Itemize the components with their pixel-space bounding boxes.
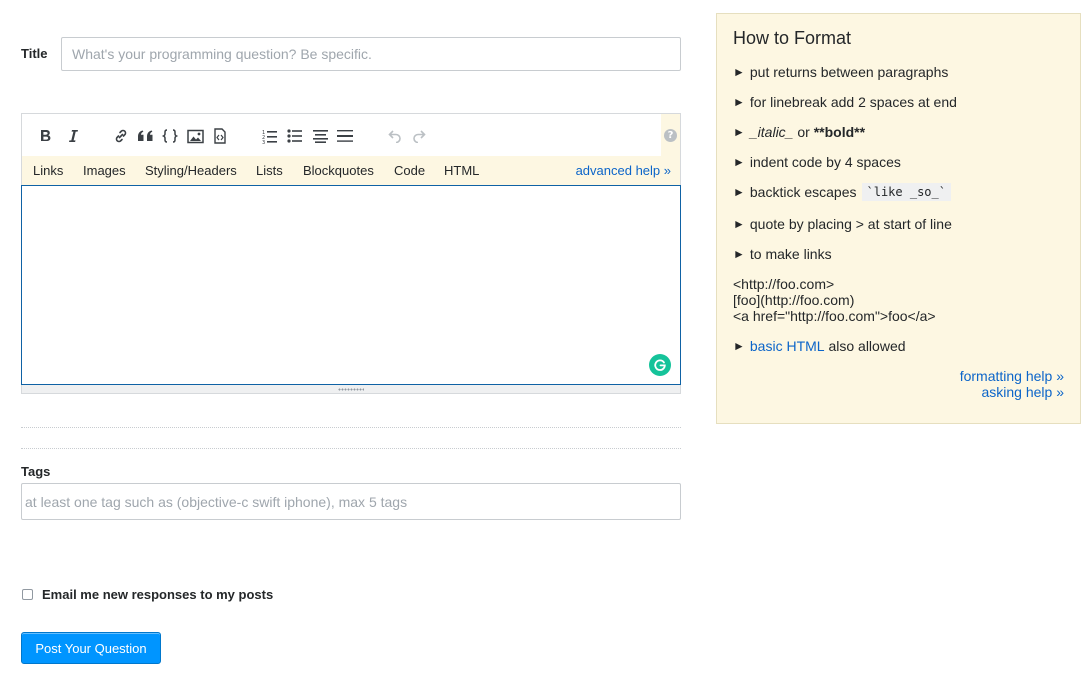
- snippet-icon[interactable]: [211, 125, 229, 147]
- help-tab-lists[interactable]: Lists: [256, 163, 283, 178]
- title-input[interactable]: [61, 37, 681, 71]
- format-tip-text: backtick escapes: [749, 184, 857, 200]
- markdown-editor: 123 ? Links Images Styling/Headers Lists…: [21, 113, 681, 394]
- format-tip-returns: ► put returns between paragraphs: [733, 64, 948, 80]
- format-tip-quote: ► quote by placing > at start of line: [733, 216, 952, 232]
- divider: [21, 427, 681, 428]
- help-tab-blockquotes[interactable]: Blockquotes: [303, 163, 374, 178]
- format-tip-backtick: ► backtick escapes `like _so_`: [733, 183, 951, 201]
- grammarly-icon[interactable]: [649, 354, 671, 376]
- help-icon: ?: [664, 129, 677, 142]
- format-tip-bold: **bold**: [813, 124, 866, 140]
- asking-help-link[interactable]: asking help »: [981, 384, 1064, 400]
- how-to-format-title: How to Format: [733, 28, 852, 48]
- advanced-help-link[interactable]: advanced help »: [576, 163, 671, 178]
- tags-input[interactable]: [21, 483, 681, 520]
- bulleted-list-icon[interactable]: [286, 125, 304, 147]
- title-label: Title: [21, 46, 48, 61]
- format-tip-text: to make links: [749, 246, 832, 262]
- format-tip-text: indent code by 4 spaces: [749, 154, 901, 170]
- email-notify-checkbox[interactable]: [22, 589, 33, 600]
- bullet-triangle-icon: ►: [733, 155, 745, 169]
- svg-text:3: 3: [262, 140, 265, 144]
- image-icon[interactable]: [186, 125, 204, 147]
- help-tabs: Links Images Styling/Headers Lists Block…: [21, 156, 681, 185]
- link-icon[interactable]: [112, 125, 130, 147]
- bullet-triangle-icon: ►: [733, 247, 745, 261]
- formatting-help-link[interactable]: formatting help »: [960, 368, 1064, 384]
- undo-icon[interactable]: [386, 125, 404, 147]
- format-tip-code: `like _so_`: [861, 183, 951, 201]
- link-example: <http://foo.com>: [733, 276, 835, 292]
- horizontal-rule-icon[interactable]: [336, 125, 354, 147]
- link-example: [foo](http://foo.com): [733, 292, 855, 308]
- italic-icon[interactable]: [64, 125, 82, 147]
- redo-icon[interactable]: [410, 125, 428, 147]
- grip-dots-icon: [338, 387, 364, 391]
- help-toggle-button[interactable]: ?: [661, 114, 680, 157]
- format-tip-html: ► basic HTML also allowed: [733, 338, 906, 354]
- bullet-triangle-icon: ►: [733, 339, 745, 353]
- bullet-triangle-icon: ►: [733, 95, 745, 109]
- bullet-triangle-icon: ►: [733, 65, 745, 79]
- resize-grip[interactable]: [21, 385, 681, 394]
- format-tip-italic: _italic_: [749, 124, 794, 140]
- email-notify-row: Email me new responses to my posts: [21, 587, 273, 602]
- format-tip-linebreak: ► for linebreak add 2 spaces at end: [733, 94, 957, 110]
- editor-toolbar: 123 ?: [21, 113, 681, 157]
- how-to-format-panel: How to Format ► put returns between para…: [716, 13, 1081, 424]
- link-examples: <http://foo.com> [foo](http://foo.com) <…: [733, 276, 936, 324]
- blockquote-icon[interactable]: [136, 125, 154, 147]
- link-example: <a href="http://foo.com">foo</a>: [733, 308, 936, 324]
- help-tab-images[interactable]: Images: [83, 163, 126, 178]
- bullet-triangle-icon: ►: [733, 185, 745, 199]
- format-tip-text: put returns between paragraphs: [749, 64, 949, 80]
- help-tab-code[interactable]: Code: [394, 163, 425, 178]
- bullet-triangle-icon: ►: [733, 125, 745, 139]
- post-question-button[interactable]: Post Your Question: [21, 632, 161, 664]
- numbered-list-icon[interactable]: 123: [261, 125, 279, 147]
- format-tip-indent: ► indent code by 4 spaces: [733, 154, 901, 170]
- heading-icon[interactable]: [311, 125, 329, 147]
- bold-icon[interactable]: [37, 125, 55, 147]
- format-tip-text: also allowed: [824, 338, 906, 354]
- format-tip-text: quote by placing > at start of line: [749, 216, 952, 232]
- code-icon[interactable]: [161, 125, 179, 147]
- help-tab-links[interactable]: Links: [33, 163, 63, 178]
- help-tab-styling-headers[interactable]: Styling/Headers: [145, 163, 237, 178]
- format-tip-links: ► to make links: [733, 246, 832, 262]
- question-body-textarea[interactable]: [21, 185, 681, 385]
- format-tip-text: for linebreak add 2 spaces at end: [749, 94, 957, 110]
- bullet-triangle-icon: ►: [733, 217, 745, 231]
- format-tip-text: or: [793, 124, 814, 140]
- format-tip-emphasis: ► _italic_ or **bold**: [733, 124, 865, 140]
- tags-label: Tags: [21, 464, 51, 479]
- help-tab-html[interactable]: HTML: [444, 163, 479, 178]
- email-notify-label[interactable]: Email me new responses to my posts: [42, 587, 273, 602]
- basic-html-link[interactable]: basic HTML: [750, 338, 825, 354]
- divider: [21, 448, 681, 449]
